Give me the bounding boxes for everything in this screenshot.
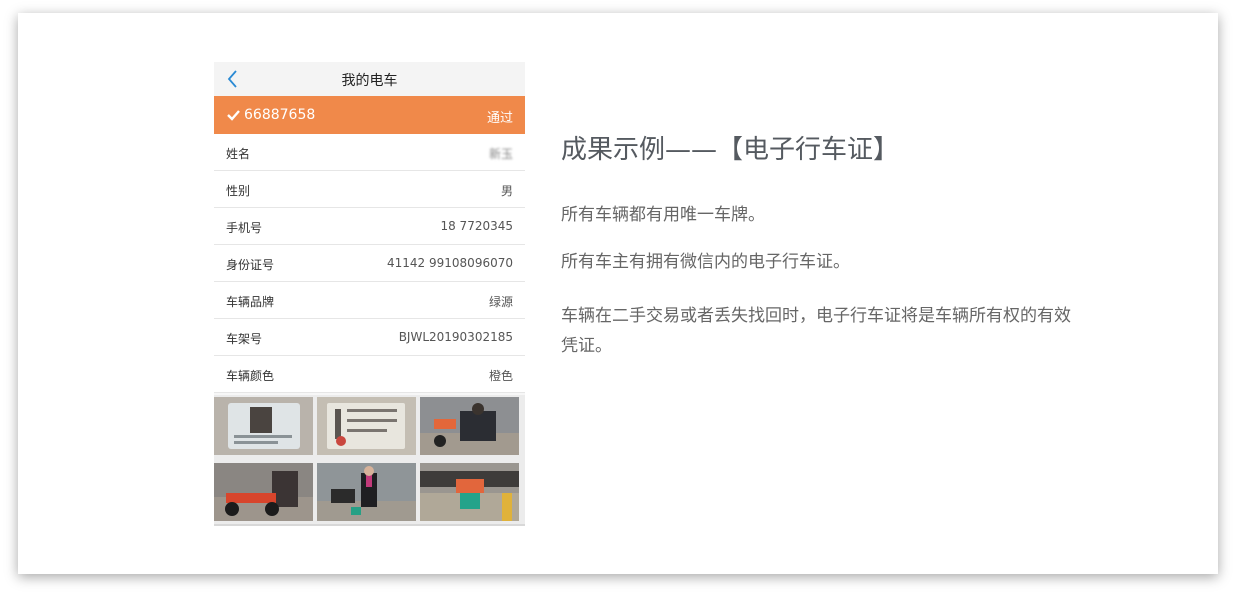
scooter-photo[interactable]: [214, 463, 313, 521]
slide: 我的电车 66887658 通过 姓名 新玉 性别 男 手机号 18 77203…: [18, 13, 1218, 574]
field-name: 姓名 新玉: [214, 134, 525, 171]
paragraph-ownership-proof: 车辆在二手交易或者丢失找回时，电子行车证将是车辆所有权的有效凭证。: [561, 306, 1071, 356]
slide-heading: 成果示例——【电子行车证】: [561, 135, 900, 165]
field-value: 41142 99108096070: [387, 256, 513, 270]
field-label: 车辆颜色: [226, 369, 275, 383]
field-label: 身份证号: [226, 258, 275, 272]
phone-screenshot: 我的电车 66887658 通过 姓名 新玉 性别 男 手机号 18 77203…: [214, 62, 525, 526]
field-label: 姓名: [226, 147, 251, 161]
field-brand: 车辆品牌 绿源: [214, 282, 525, 319]
scooter-rear-photo[interactable]: [420, 463, 519, 521]
field-label: 车架号: [226, 332, 263, 346]
field-color: 车辆颜色 橙色: [214, 356, 525, 393]
field-value: 绿源: [488, 295, 513, 309]
paragraph-unique-plate: 所有车辆都有用唯一车牌。: [561, 205, 765, 225]
field-gender: 性别 男: [214, 171, 525, 208]
check-icon: [226, 107, 241, 121]
page-title: 我的电车: [341, 73, 398, 89]
field-value: BJWL20190302185: [398, 330, 513, 344]
field-value: 18 7720345: [440, 219, 513, 233]
id-card-photo[interactable]: [214, 397, 313, 455]
photo-grid: [214, 395, 525, 524]
plate-number: 66887658: [244, 107, 316, 123]
field-label: 性别: [226, 184, 251, 198]
field-frame-number: 车架号 BJWL20190302185: [214, 319, 525, 356]
field-value: 橙色: [488, 369, 513, 383]
street-scooter-photo[interactable]: [420, 397, 519, 455]
field-phone: 手机号 18 7720345: [214, 208, 525, 245]
license-photo[interactable]: [317, 397, 416, 455]
status-badge: 通过: [486, 111, 513, 126]
vehicle-status-row[interactable]: 66887658 通过: [214, 96, 525, 134]
field-value: 男: [500, 184, 513, 198]
field-label: 车辆品牌: [226, 295, 275, 309]
paragraph-wechat-license: 所有车主有拥有微信内的电子行车证。: [561, 252, 850, 272]
owner-with-scooter-photo[interactable]: [317, 463, 416, 521]
field-value: 新玉: [488, 147, 513, 161]
field-id-number: 身份证号 41142 99108096070: [214, 245, 525, 282]
nav-bar: 我的电车: [214, 62, 525, 96]
info-list: 姓名 新玉 性别 男 手机号 18 7720345 身份证号 41142 991…: [214, 134, 525, 393]
field-label: 手机号: [226, 221, 263, 235]
